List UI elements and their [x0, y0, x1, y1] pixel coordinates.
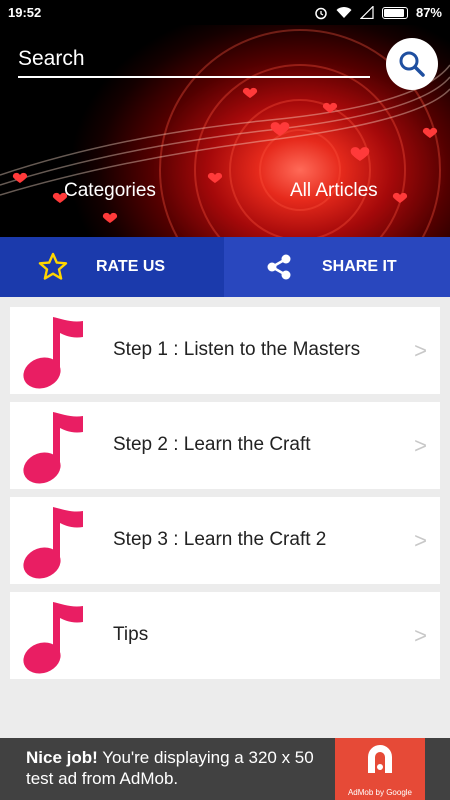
search-icon	[399, 51, 425, 77]
status-bar: 19:52 87%	[0, 0, 450, 25]
list-item[interactable]: Step 3 : Learn the Craft 2 >	[10, 497, 440, 584]
search-input[interactable]: Search	[18, 47, 85, 71]
rate-us-button[interactable]: RATE US	[0, 237, 224, 297]
star-icon	[36, 250, 70, 284]
ad-text: Nice job! You're displaying a 320 x 50 t…	[26, 747, 326, 789]
music-note-icon	[10, 497, 100, 584]
list-item-title: Tips	[113, 624, 149, 645]
chevron-right-icon: >	[414, 528, 427, 553]
battery-level: 87%	[415, 5, 442, 20]
search-button[interactable]	[386, 38, 438, 90]
alarm-icon	[315, 7, 327, 19]
signal-icon	[359, 6, 374, 19]
share-icon	[262, 250, 296, 284]
list-item-title: Step 1 : Listen to the Masters	[113, 339, 361, 360]
share-it-label: SHARE IT	[322, 258, 397, 275]
list-item[interactable]: Step 1 : Listen to the Masters >	[10, 307, 440, 394]
list-item-title: Step 2 : Learn the Craft	[113, 434, 311, 455]
header-banner: Search Categories All Articles	[0, 25, 450, 237]
list-item[interactable]: Step 2 : Learn the Craft >	[10, 402, 440, 489]
chevron-right-icon: >	[414, 433, 427, 458]
chevron-right-icon: >	[414, 623, 427, 648]
list-item-title: Step 3 : Learn the Craft 2	[113, 529, 327, 550]
ad-headline: Nice job!	[26, 748, 98, 767]
list-item[interactable]: Tips >	[10, 592, 440, 679]
wifi-icon	[336, 7, 352, 19]
music-note-icon	[10, 402, 100, 489]
chevron-right-icon: >	[414, 338, 427, 363]
admob-logo: AdMob by Google	[335, 738, 425, 800]
admob-icon	[368, 745, 392, 773]
search-underline	[18, 76, 370, 78]
ad-caption: AdMob by Google	[347, 788, 413, 797]
rate-us-label: RATE US	[96, 258, 166, 275]
share-it-button[interactable]: SHARE IT	[224, 237, 450, 297]
tab-all-articles[interactable]: All Articles	[290, 180, 378, 202]
action-bar: RATE US SHARE IT	[0, 237, 450, 297]
article-list: Step 1 : Listen to the Masters > Step 2 …	[10, 307, 440, 687]
ad-banner[interactable]: Nice job! You're displaying a 320 x 50 t…	[0, 738, 450, 800]
tab-categories[interactable]: Categories	[64, 180, 156, 202]
battery-icon	[381, 6, 408, 19]
status-time: 19:52	[8, 5, 42, 20]
status-icons: 87%	[314, 5, 442, 20]
music-note-icon	[10, 307, 100, 394]
music-note-icon	[10, 592, 100, 679]
